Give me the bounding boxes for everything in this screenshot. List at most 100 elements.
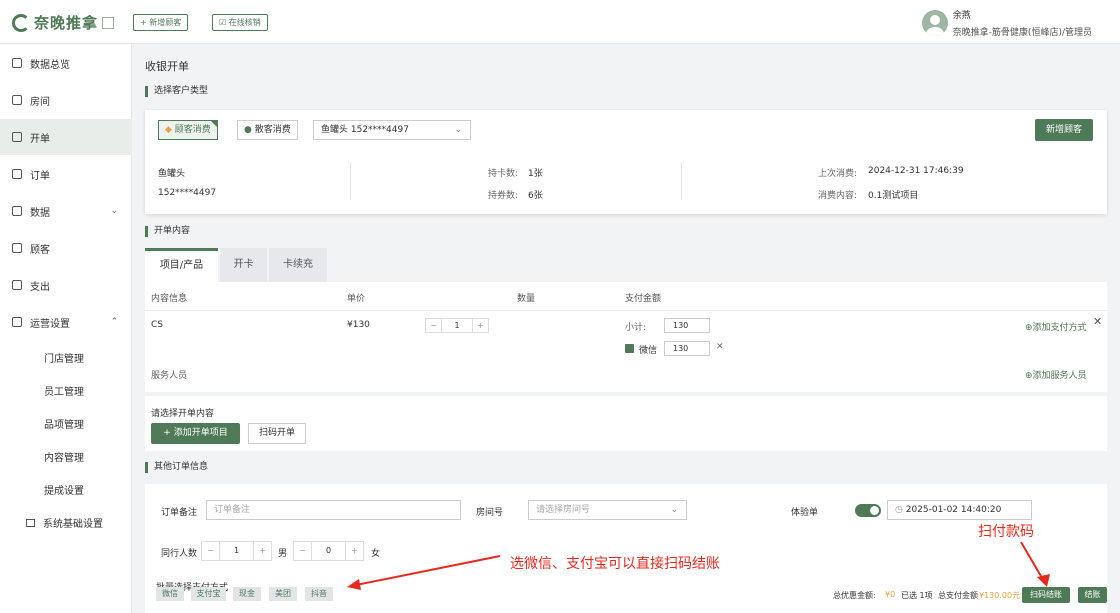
item-price: ¥130 [347,320,370,330]
male-label: 男 [278,549,288,559]
last-consume-label: 上次消费: [818,169,858,179]
datetime-value: 2025-01-02 14:40:20 [905,505,1002,515]
sidebar-item-label: 支出 [30,281,50,293]
pay-option-alipay[interactable]: 支付宝 [191,587,226,601]
female-count[interactable]: 0 [312,542,345,560]
remark-label: 订单备注 [161,508,198,518]
scan-order-button[interactable]: 扫码开单 [248,423,306,444]
pay-option-cash[interactable]: 现金 [233,587,261,601]
order-table: 内容信息 单价 数量 支付金额 CS ¥130 − 1 + 小计: 130 微信… [145,282,1107,392]
chevron-down-icon: ⌄ [454,125,462,135]
sidebar-item-label: 房间 [30,96,50,108]
total-label: 总支付金额 [938,591,978,600]
online-verify-button[interactable]: ☑ 在线核销 [212,14,268,31]
user-info[interactable]: 余燕 奈晚推拿-筋骨健康(恒峰店)/管理员 [921,8,1092,38]
decrement-button[interactable]: − [426,319,442,332]
datetime-input[interactable]: ◷ 2025-01-02 14:40:20 [887,500,1032,520]
room-select[interactable]: 请选择房间号 ⌄ [528,500,687,520]
sidebar-subitem-items[interactable]: 品项管理 [44,416,84,431]
sidebar-item-label: 数据 [30,207,50,219]
column-header: 支付金额 [625,294,662,304]
brand-name: 奈晚推拿 [34,14,99,32]
tab-card-recharge[interactable]: 卡续充 [269,248,327,282]
dashboard-icon [12,58,22,68]
sidebar-subitem-content[interactable]: 内容管理 [44,449,84,464]
increment-button[interactable]: + [472,319,488,332]
trial-toggle[interactable] [855,504,881,517]
tab-open-card[interactable]: 开卡 [220,248,267,282]
quantity-value[interactable]: 1 [442,319,472,332]
room-label: 房间号 [476,508,504,518]
subtotal-input[interactable]: 130 [664,318,710,333]
sidebar-subitem-system[interactable]: 系统基础设置 [26,515,103,530]
avatar [921,10,948,36]
add-item-button[interactable]: + 添加开单项目 [151,423,240,444]
sidebar-item-orders[interactable]: 订单 [0,156,132,192]
quantity-stepper[interactable]: − 1 + [425,318,489,333]
sidebar-item-operations[interactable]: 运营设置 ⌃ [0,304,132,340]
sidebar-item-data[interactable]: 数据 ⌄ [0,193,132,229]
sidebar-item-customers[interactable]: 顾客 [0,230,132,266]
customer-name: 鱼罐头 [158,169,186,179]
document-icon [12,132,22,142]
chevron-down-icon: ⌄ [670,505,678,515]
top-bar: 奈晚推拿 + 新增顾客 ☑ 在线核销 余燕 奈晚推拿-筋骨健康(恒峰店)/管理员 [0,0,1120,44]
main-content: 收银开单 选择客户类型 ◆ 顾客消费 ● 散客消费 鱼罐头 152****449… [133,44,1120,613]
member-consume-label: 顾客消费 [174,125,211,135]
female-stepper[interactable]: − 0 + [293,541,364,561]
home-icon [12,95,22,105]
add-staff-link[interactable]: ⊕添加服务人员 [1025,368,1087,381]
increment-button[interactable]: + [345,542,363,560]
customer-card: ◆ 顾客消费 ● 散客消费 鱼罐头 152****4497 ⌄ 新增顾客 鱼罐头 … [145,110,1107,214]
add-customer-button[interactable]: 新增顾客 [1035,119,1093,141]
sidebar-subitem-staff[interactable]: 员工管理 [44,383,84,398]
sidebar-item-open-order[interactable]: 开单 [0,119,132,155]
member-consume-button[interactable]: ◆ 顾客消费 [158,120,218,140]
chevron-down-icon: ⌄ [110,206,118,216]
sidebar-item-rooms[interactable]: 房间 [0,82,132,118]
customer-select[interactable]: 鱼罐头 152****4497 ⌄ [313,120,471,140]
close-icon[interactable]: ✕ [1093,315,1102,328]
column-header: 数量 [517,294,536,304]
pay-option-wechat[interactable]: 微信 [156,587,184,601]
sidebar-subitem-store[interactable]: 门店管理 [44,350,84,365]
increment-button[interactable]: + [253,542,271,560]
consume-content-label: 消费内容: [818,191,858,201]
male-stepper[interactable]: − 1 + [201,541,272,561]
decrement-button[interactable]: − [202,542,220,560]
cards-value: 1张 [528,169,543,179]
annotation-scan-code: 扫付款码 [978,524,1034,540]
settings-icon [12,317,22,327]
sidebar-item-label: 顾客 [30,244,50,256]
pay-method-label: 微信 [639,346,658,356]
column-header: 内容信息 [151,294,188,304]
sidebar-item-label: 订单 [30,170,50,182]
tab-items-products[interactable]: 项目/产品 [145,248,218,282]
male-count[interactable]: 1 [220,542,253,560]
add-payment-link[interactable]: ⊕添加支付方式 [1025,320,1087,333]
customer-select-value: 鱼罐头 152****4497 [321,125,409,135]
brand-logo[interactable]: 奈晚推拿 [12,12,115,33]
customer-type-title: 选择客户类型 [145,86,208,97]
customer-phone: 152****4497 [158,188,217,198]
sidebar-subitem-commission[interactable]: 提成设置 [44,482,84,497]
add-section-title: 请选择开单内容 [151,409,215,419]
sidebar-item-expenses[interactable]: 支出 [0,267,132,303]
walkin-consume-button[interactable]: ● 散客消费 [237,120,298,140]
sidebar-item-overview[interactable]: 数据总览 [0,45,132,81]
remove-pay-icon[interactable]: ✕ [716,342,724,352]
new-customer-button[interactable]: + 新增顾客 [133,14,189,31]
scan-checkout-button[interactable]: 扫码结账 [1022,587,1070,603]
last-consume-value: 2024-12-31 17:46:39 [868,166,964,176]
checkout-button[interactable]: 结账 [1078,587,1107,603]
user-store-role: 奈晚推拿-筋骨健康(恒峰店)/管理员 [952,28,1092,38]
pay-option-douyin[interactable]: 抖音 [305,587,333,601]
wechat-checkbox[interactable] [625,344,634,353]
pay-option-meituan[interactable]: 美团 [269,587,297,601]
pay-amount-input[interactable]: 130 [664,341,710,356]
column-header: 单价 [347,294,366,304]
remark-input[interactable]: 订单备注 [206,500,461,520]
walkin-consume-label: 散客消费 [254,125,291,135]
page-title: 收银开单 [145,60,189,73]
decrement-button[interactable]: − [294,542,312,560]
